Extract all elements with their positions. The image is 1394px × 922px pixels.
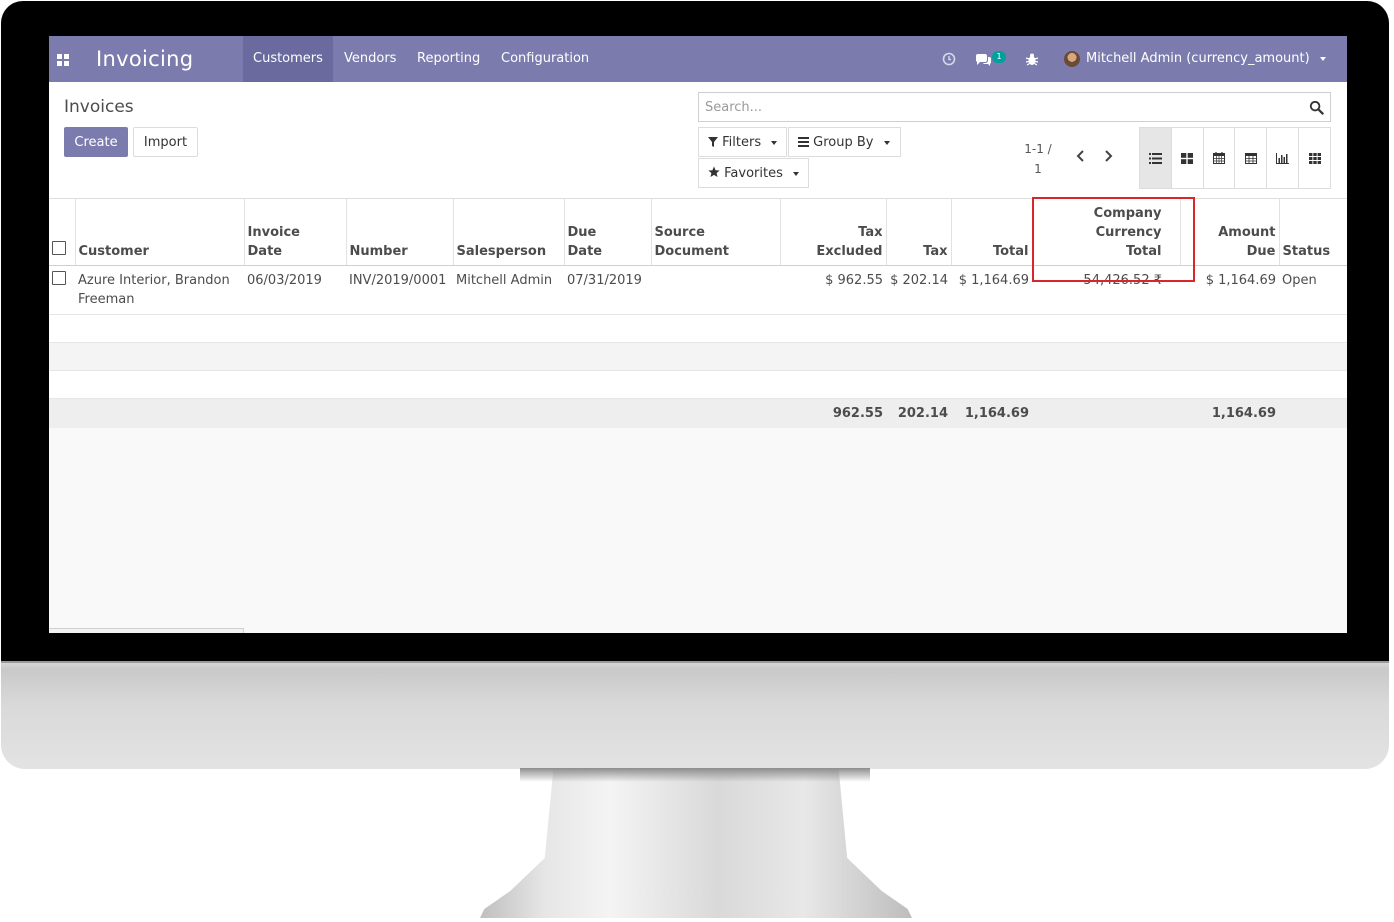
debug-bug-icon[interactable]	[1025, 51, 1039, 67]
kanban-view-button[interactable]	[1172, 128, 1204, 188]
calendar-view-button[interactable]	[1204, 128, 1236, 188]
totals-row: 962.55 202.14 1,164.69 1,164.69	[49, 398, 1347, 428]
app-screen: Invoicing Customers Vendors Reporting Co…	[49, 36, 1347, 633]
import-button[interactable]: Import	[133, 127, 198, 157]
column-source-document[interactable]: Source Document	[650, 199, 780, 266]
cell-salesperson: Mitchell Admin	[453, 265, 564, 315]
user-name: Mitchell Admin (currency_amount)	[1086, 51, 1310, 66]
total-total: 1,164.69	[951, 398, 1032, 428]
column-salesperson[interactable]: Salesperson	[452, 199, 564, 266]
list-icon	[1148, 152, 1162, 164]
app-title: Invoicing	[96, 47, 194, 71]
search-input[interactable]	[705, 99, 1295, 116]
chevron-left-icon[interactable]	[1074, 149, 1088, 163]
select-all-checkbox[interactable]	[52, 241, 66, 255]
cell-due-date: 07/31/2019	[564, 265, 651, 315]
total-tax-excluded: 962.55	[780, 398, 886, 428]
empty-row	[49, 370, 1347, 399]
group-by-dropdown[interactable]: Group By	[788, 127, 901, 157]
monitor-stand-shadow	[520, 768, 870, 782]
invoice-list: Customer Invoice Date Number Salesperson …	[49, 199, 1347, 428]
bars-icon	[798, 137, 809, 147]
filters-label: Filters	[722, 135, 762, 150]
column-amount-due[interactable]: Amount Due	[1179, 199, 1279, 266]
pager-value[interactable]: 1-1 / 1	[1017, 139, 1059, 179]
list-view-button[interactable]	[1140, 128, 1172, 188]
grid-icon	[1308, 152, 1321, 164]
chevron-down-icon	[1319, 56, 1326, 61]
search-bar	[698, 92, 1331, 122]
cell-tax: $ 202.14	[886, 265, 951, 315]
chevron-down-icon	[771, 140, 778, 145]
column-tax-excluded[interactable]: Tax Excluded	[779, 199, 886, 266]
chevron-right-icon[interactable]	[1101, 149, 1115, 163]
total-amount-due: 1,164.69	[1180, 398, 1279, 428]
chat-count-badge: 1	[992, 51, 1006, 63]
pager-total: 1	[1034, 162, 1042, 176]
horizontal-scrollbar[interactable]	[49, 628, 244, 633]
filters-dropdown[interactable]: Filters	[698, 127, 787, 157]
graph-view-button[interactable]	[1267, 128, 1300, 188]
filter-icon	[708, 137, 718, 147]
column-status[interactable]: Status	[1278, 199, 1347, 266]
chat-icon[interactable]	[974, 51, 992, 67]
cell-amount-due: $ 1,164.69	[1180, 265, 1279, 315]
menu-configuration[interactable]: Configuration	[491, 36, 599, 82]
cell-company-currency-total: 54,426.52 ₹	[1032, 265, 1180, 315]
cell-status: Open	[1279, 265, 1347, 315]
bar-chart-icon	[1276, 152, 1290, 164]
column-total[interactable]: Total	[950, 199, 1032, 266]
table-header-row: Customer Invoice Date Number Salesperson …	[49, 199, 1347, 266]
column-company-currency-total[interactable]: Company Currency Total	[1031, 199, 1180, 266]
apps-menu-icon[interactable]	[57, 54, 69, 66]
total-tax: 202.14	[886, 398, 951, 428]
create-button[interactable]: Create	[64, 127, 128, 157]
breadcrumb: Invoices	[64, 97, 134, 117]
select-all-cell	[49, 199, 75, 266]
cell-source-document	[651, 265, 780, 315]
favorites-label: Favorites	[724, 166, 783, 181]
chevron-down-icon	[793, 171, 800, 176]
top-navbar: Invoicing Customers Vendors Reporting Co…	[49, 36, 1347, 82]
empty-row	[49, 314, 1347, 343]
kanban-icon	[1181, 152, 1194, 164]
menu-customers[interactable]: Customers	[243, 36, 333, 82]
search-icon[interactable]	[1309, 100, 1324, 115]
menu-vendors[interactable]: Vendors	[334, 36, 406, 82]
cell-invoice-date: 06/03/2019	[244, 265, 346, 315]
star-icon	[708, 166, 720, 177]
group-by-label: Group By	[813, 135, 874, 150]
control-panel: Invoices Create Import Filters Group By …	[49, 82, 1347, 199]
monitor-chin	[1, 661, 1389, 769]
column-tax[interactable]: Tax	[885, 199, 951, 266]
column-customer[interactable]: Customer	[74, 199, 244, 266]
user-avatar[interactable]	[1064, 51, 1080, 67]
cell-customer: Azure Interior, Brandon Freeman	[75, 265, 244, 315]
column-number[interactable]: Number	[345, 199, 453, 266]
cell-total: $ 1,164.69	[951, 265, 1032, 315]
row-select-cell	[49, 265, 75, 315]
pager-range: 1-1 /	[1024, 142, 1052, 156]
menu-reporting[interactable]: Reporting	[407, 36, 490, 82]
row-checkbox[interactable]	[52, 271, 66, 285]
grid-view-button[interactable]	[1299, 128, 1330, 188]
user-menu[interactable]: Mitchell Admin (currency_amount)	[1086, 36, 1326, 82]
column-invoice-date[interactable]: Invoice Date	[243, 199, 346, 266]
column-due-date[interactable]: Due Date	[563, 199, 651, 266]
calendar-icon	[1213, 152, 1226, 164]
table-row[interactable]: Azure Interior, Brandon Freeman 06/03/20…	[49, 265, 1347, 315]
cell-tax-excluded: $ 962.55	[780, 265, 886, 315]
monitor-stand	[480, 768, 912, 918]
chevron-down-icon	[883, 140, 890, 145]
favorites-dropdown[interactable]: Favorites	[698, 158, 809, 188]
activity-clock-icon[interactable]	[941, 51, 957, 67]
cell-number: INV/2019/0001	[346, 265, 453, 315]
pivot-view-button[interactable]	[1235, 128, 1268, 188]
view-switcher	[1139, 127, 1331, 189]
table-icon	[1244, 152, 1257, 164]
empty-row	[49, 342, 1347, 371]
